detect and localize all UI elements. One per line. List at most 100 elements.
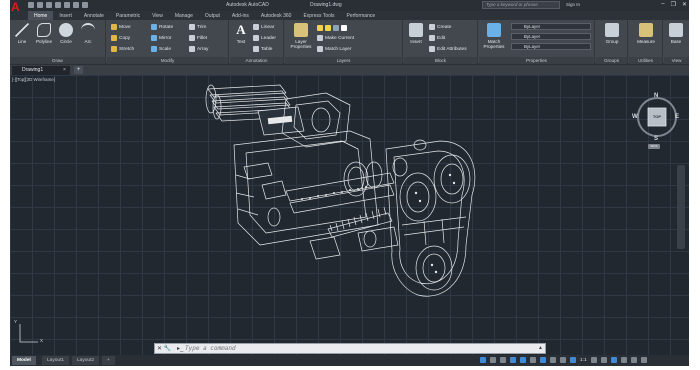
text-tool[interactable]: A Text <box>231 23 251 45</box>
navigation-bar[interactable] <box>677 165 685 249</box>
edit-attributes-button[interactable]: Edit Attributes <box>429 45 467 53</box>
tab-add-ins[interactable]: Add-ins <box>226 11 255 20</box>
linear-dimension-button[interactable]: Linear <box>253 23 274 31</box>
groups-panel-label[interactable]: Groups <box>596 57 627 64</box>
copy-button[interactable]: Copy <box>111 34 130 42</box>
layer-properties-tool[interactable]: Layer Properties <box>288 23 314 49</box>
close-icon[interactable]: × <box>63 66 66 75</box>
new-icon[interactable] <box>28 2 34 8</box>
tab-parametric[interactable]: Parametric <box>110 11 146 20</box>
lineweight-dropdown[interactable]: ByLayer <box>511 33 591 40</box>
make-current-button[interactable]: Make Current <box>317 34 354 42</box>
compass-north[interactable]: N <box>654 93 658 99</box>
tab-autodesk-360[interactable]: Autodesk 360 <box>255 11 298 20</box>
polyline-tool[interactable]: Polyline <box>34 23 54 44</box>
line-tool[interactable]: Line <box>12 23 32 44</box>
tab-express-tools[interactable]: Express Tools <box>297 11 340 20</box>
sign-in-link[interactable]: Sign In <box>566 2 580 7</box>
tab-layout1[interactable]: Layout1 <box>42 356 70 365</box>
fillet-button[interactable]: Fillet <box>189 34 207 42</box>
new-tab-button[interactable]: + <box>74 66 83 74</box>
compass-east[interactable]: E <box>675 114 679 120</box>
customization-menu-icon[interactable] <box>640 357 647 363</box>
tab-view[interactable]: View <box>146 11 169 20</box>
tab-layout2[interactable]: Layout2 <box>72 356 100 365</box>
osnap-icon[interactable] <box>530 357 536 363</box>
create-block-button[interactable]: Create <box>429 23 451 31</box>
viewcube-top-face[interactable]: TOP <box>650 114 664 119</box>
undo-icon[interactable] <box>73 2 79 8</box>
base-view-tool[interactable]: Base <box>666 23 686 44</box>
arc-tool[interactable]: Arc <box>78 23 98 44</box>
minimize-button[interactable]: – <box>661 1 664 8</box>
color-swatch-icon[interactable] <box>341 25 347 31</box>
edit-block-button[interactable]: Edit <box>429 34 445 42</box>
measure-tool[interactable]: Measure <box>633 23 659 44</box>
tab-home[interactable]: Home <box>28 11 54 20</box>
annotation-scale-icon[interactable] <box>570 357 576 363</box>
layers-panel-label[interactable]: Layers <box>285 57 402 64</box>
tab-manage[interactable]: Manage <box>169 11 199 20</box>
tab-annotate[interactable]: Annotate <box>78 11 110 20</box>
sun-icon[interactable] <box>325 25 331 31</box>
trim-button[interactable]: Trim <box>189 23 206 31</box>
add-layout-button[interactable]: + <box>102 356 115 365</box>
model-space-icon[interactable] <box>480 357 486 363</box>
match-layer-button[interactable]: Match Layer <box>317 45 351 53</box>
properties-panel-label[interactable]: Properties <box>479 57 594 64</box>
stretch-button[interactable]: Stretch <box>111 45 134 53</box>
clean-screen-icon[interactable] <box>630 357 637 363</box>
search-input[interactable]: Type a keyword or phrase <box>482 1 560 9</box>
annotation-monitor-icon[interactable] <box>600 357 607 363</box>
save-as-icon[interactable] <box>55 2 61 8</box>
command-line[interactable]: ✕ 🔧 ▸_ Type a command ▲ <box>154 343 546 354</box>
ortho-icon[interactable] <box>510 357 516 363</box>
insert-block-tool[interactable]: Insert <box>406 23 426 44</box>
modify-panel-label[interactable]: Modify <box>107 57 228 64</box>
move-button[interactable]: Move <box>111 23 131 31</box>
tab-model[interactable]: Model <box>12 356 36 365</box>
grid-icon[interactable] <box>490 357 496 363</box>
tab-performance[interactable]: Performance <box>341 11 382 20</box>
circle-tool[interactable]: Circle <box>56 23 76 44</box>
rotate-button[interactable]: Rotate <box>151 23 173 31</box>
lightbulb-icon[interactable] <box>317 25 323 31</box>
annotation-scale-label[interactable]: 1:1 <box>580 358 587 363</box>
table-button[interactable]: Table <box>253 45 272 53</box>
utilities-panel-label[interactable]: Utilities <box>629 57 662 64</box>
command-history-dropdown[interactable]: ▲ <box>538 345 543 351</box>
plot-icon[interactable] <box>64 2 70 8</box>
compass-west[interactable]: W <box>632 114 638 120</box>
drawing-viewport[interactable]: [-][Top][3D Wireframe] N S E W TOP WCS Y… <box>10 75 689 355</box>
group-tool[interactable]: Group <box>599 23 625 44</box>
save-icon[interactable] <box>46 2 52 8</box>
mirror-button[interactable]: Mirror <box>151 34 172 42</box>
wcs-menu[interactable]: WCS <box>648 144 660 149</box>
array-button[interactable]: Array <box>189 45 208 53</box>
match-properties-tool[interactable]: Match Properties <box>480 23 508 49</box>
leader-button[interactable]: Leader <box>253 34 276 42</box>
close-button[interactable]: ✕ <box>682 1 687 8</box>
color-dropdown[interactable]: ByLayer <box>511 23 591 30</box>
tab-output[interactable]: Output <box>199 11 226 20</box>
redo-icon[interactable] <box>82 2 88 8</box>
otrack-icon[interactable] <box>540 357 546 363</box>
block-panel-label[interactable]: Block <box>404 57 477 64</box>
command-input[interactable]: Type a command <box>185 345 236 353</box>
file-tab-drawing1[interactable]: Drawing1 × <box>12 66 70 75</box>
tab-insert[interactable]: Insert <box>53 11 78 20</box>
restore-button[interactable]: ❐ <box>671 1 676 8</box>
workspace-gear-icon[interactable] <box>590 357 597 363</box>
isolate-objects-icon[interactable] <box>610 357 617 363</box>
linetype-dropdown[interactable]: ByLayer <box>511 43 591 50</box>
polar-icon[interactable] <box>520 357 526 363</box>
snap-icon[interactable] <box>500 357 506 363</box>
command-line-icons[interactable]: ✕ 🔧 <box>157 345 171 352</box>
lock-icon[interactable] <box>333 25 339 31</box>
hardware-acceleration-icon[interactable] <box>620 357 627 363</box>
transparency-icon[interactable] <box>560 357 566 363</box>
annotation-panel-label[interactable]: Annotation <box>230 57 283 64</box>
view-panel-label[interactable]: View <box>664 57 689 64</box>
lineweight-icon[interactable] <box>550 357 556 363</box>
scale-button[interactable]: Scale <box>151 45 171 53</box>
